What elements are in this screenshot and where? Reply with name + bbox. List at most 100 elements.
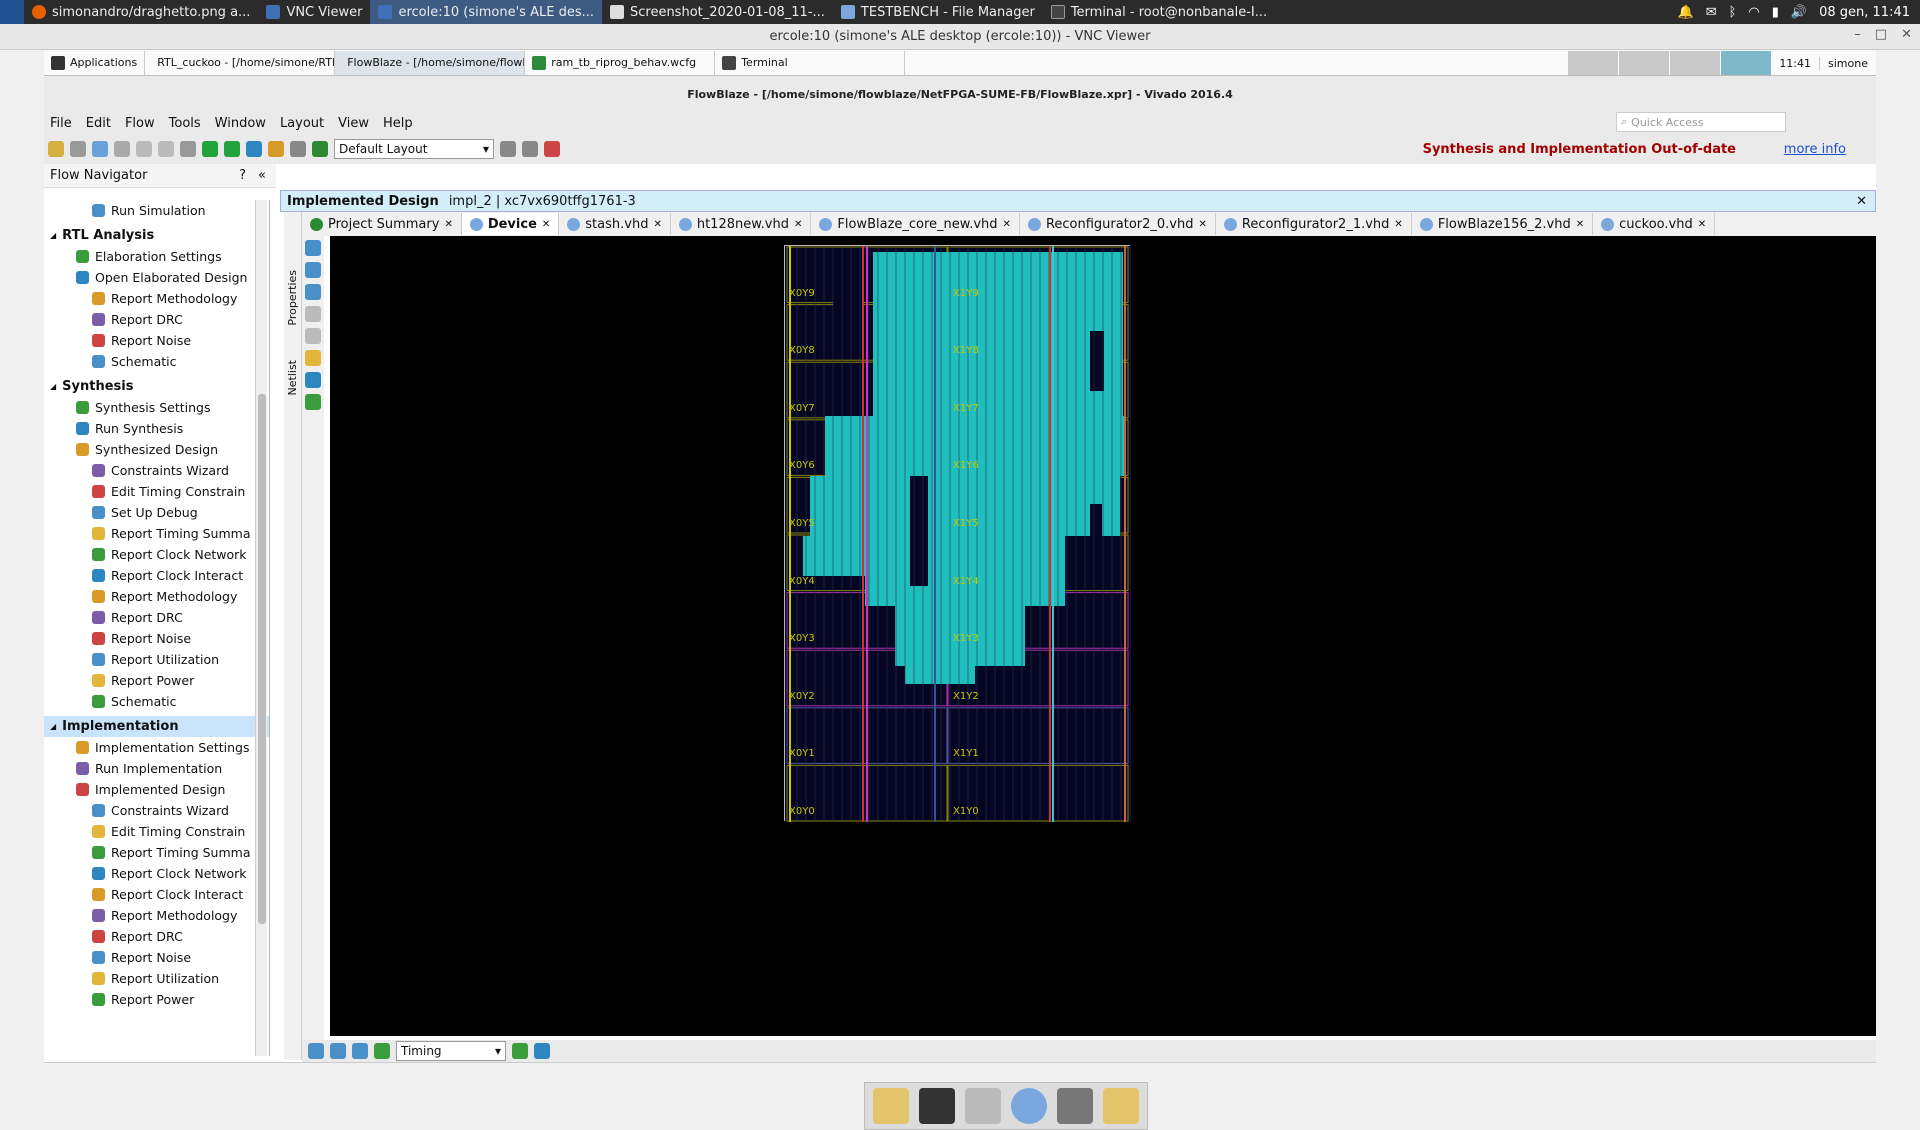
wifi-icon[interactable]: ◠ [1748, 5, 1759, 20]
save-icon[interactable] [70, 141, 86, 157]
close-icon[interactable]: ✕ [1901, 27, 1912, 42]
menu-flow[interactable]: Flow [125, 116, 155, 131]
settings-icon[interactable] [290, 141, 306, 157]
close-icon[interactable]: ✕ [1003, 219, 1011, 230]
flow-nav-item[interactable]: Run Synthesis [44, 418, 269, 439]
flow-nav-item[interactable]: Set Up Debug [44, 502, 269, 523]
host-task-1[interactable]: VNC Viewer [258, 0, 370, 24]
flow-nav-item[interactable]: Report Noise [44, 330, 269, 351]
battery-icon[interactable]: ▮ [1772, 5, 1779, 20]
flow-nav-item[interactable]: Schematic [44, 691, 269, 712]
start-menu-icon[interactable] [0, 0, 24, 24]
workspace-3[interactable] [1670, 51, 1720, 75]
close-icon[interactable]: ✕ [794, 219, 802, 230]
close-icon[interactable]: ✕ [1198, 219, 1206, 230]
host-task-4[interactable]: TESTBENCH - File Manager [833, 0, 1043, 24]
help-icon[interactable] [544, 141, 560, 157]
zoom-fit-icon[interactable] [305, 284, 321, 300]
paste-icon[interactable] [158, 141, 174, 157]
host-task-5[interactable]: Terminal - root@nonbanale-I... [1043, 0, 1275, 24]
undo-icon[interactable] [92, 141, 108, 157]
device-view[interactable]: X0Y9X0Y8X0Y7X0Y6X0Y5X0Y4X0Y3X0Y2X0Y1X0Y0… [330, 236, 1876, 1036]
bitstream-icon[interactable] [268, 141, 284, 157]
editor-tab[interactable]: FlowBlaze156_2.vhd✕ [1412, 213, 1593, 235]
mail-icon[interactable]: ✉ [1706, 5, 1717, 20]
flow-nav-item[interactable]: Report Clock Interact [44, 884, 269, 905]
expand-icon[interactable]: ◢ [50, 231, 56, 240]
flow-nav-item[interactable]: Open Elaborated Design [44, 267, 269, 288]
delete-icon[interactable] [180, 141, 196, 157]
flow-nav-item[interactable]: Implementation Settings [44, 737, 269, 758]
flow-nav-item[interactable]: Run Simulation [44, 200, 269, 221]
flow-nav-item[interactable]: Report DRC [44, 926, 269, 947]
globe-icon[interactable] [1011, 1088, 1047, 1124]
guest-user[interactable]: simone [1819, 57, 1876, 70]
host-task-3[interactable]: Screenshot_2020-01-08_11-... [602, 0, 833, 24]
host-task-0[interactable]: simonandro/draghetto.png a... [24, 0, 258, 24]
help-icon[interactable]: ? [239, 168, 246, 183]
terminal-icon[interactable] [919, 1088, 955, 1124]
editor-tab[interactable]: Reconfigurator2_1.vhd✕ [1216, 213, 1412, 235]
close-icon[interactable]: ✕ [542, 219, 550, 230]
flow-nav-item[interactable]: Report DRC [44, 309, 269, 330]
flow-nav-item[interactable]: Report Utilization [44, 649, 269, 670]
run-icon[interactable] [202, 141, 218, 157]
flow-nav-item[interactable]: Report Power [44, 989, 269, 1010]
layout-select[interactable]: Default Layout▾ [334, 139, 494, 159]
route-icon[interactable] [305, 372, 321, 388]
guest-task-4[interactable]: Terminal [715, 51, 905, 75]
zoom-icon[interactable] [352, 1043, 368, 1059]
editor-tab[interactable]: stash.vhd✕ [559, 213, 671, 235]
editor-tab[interactable]: FlowBlaze_core_new.vhd✕ [811, 213, 1020, 235]
folder-icon[interactable] [1103, 1088, 1139, 1124]
fpga-device[interactable]: X0Y9X0Y8X0Y7X0Y6X0Y5X0Y4X0Y3X0Y2X0Y1X0Y0… [784, 245, 1130, 821]
flow-nav-item[interactable]: Report DRC [44, 607, 269, 628]
expand-icon[interactable]: ◢ [50, 382, 56, 391]
select-icon[interactable] [305, 350, 321, 366]
flow-nav-item[interactable]: Constraints Wizard [44, 800, 269, 821]
copy-icon[interactable] [136, 141, 152, 157]
report-icon[interactable] [308, 1043, 324, 1059]
zoom-in-icon[interactable] [305, 240, 321, 256]
check-icon[interactable] [374, 1043, 390, 1059]
open-project-icon[interactable] [48, 141, 64, 157]
flow-nav-item[interactable]: Report Clock Interact [44, 565, 269, 586]
document-icon[interactable] [965, 1088, 1001, 1124]
flow-nav-item[interactable]: ◢Synthesis [44, 376, 269, 397]
vertical-scrollbar[interactable] [255, 200, 267, 1056]
menu-edit[interactable]: Edit [86, 116, 111, 131]
flow-nav-item[interactable]: ◢RTL Analysis [44, 225, 269, 246]
menu-tools[interactable]: Tools [169, 116, 201, 131]
flow-nav-item[interactable]: Edit Timing Constrain [44, 481, 269, 502]
maximize-icon[interactable]: □ [1875, 27, 1887, 42]
run-impl-icon[interactable] [246, 141, 262, 157]
menu-file[interactable]: File [50, 116, 72, 131]
flow-nav-item[interactable]: Report Methodology [44, 905, 269, 926]
editor-tab[interactable]: Project Summary✕ [302, 213, 462, 235]
more-info-link[interactable]: more info [1784, 142, 1846, 157]
close-icon[interactable]: ✕ [1394, 219, 1402, 230]
close-icon[interactable]: ✕ [1856, 194, 1867, 209]
flow-nav-item[interactable]: Report Methodology [44, 586, 269, 607]
menu-view[interactable]: View [338, 116, 369, 131]
close-icon[interactable]: ✕ [444, 219, 452, 230]
editor-tab[interactable]: cuckoo.vhd✕ [1593, 213, 1715, 235]
side-tab-properties[interactable]: Properties [286, 270, 299, 326]
workspace-4[interactable] [1721, 51, 1771, 75]
expand-icon[interactable]: ◢ [50, 722, 56, 731]
ok-icon[interactable] [534, 1043, 550, 1059]
menu-window[interactable]: Window [215, 116, 266, 131]
back-icon[interactable] [305, 306, 321, 322]
editor-tab[interactable]: Reconfigurator2_0.vhd✕ [1020, 213, 1216, 235]
host-task-2[interactable]: ercole:10 (simone's ALE des... [370, 0, 602, 24]
refresh-icon[interactable] [305, 394, 321, 410]
run-synth-icon[interactable] [224, 141, 240, 157]
flow-nav-item[interactable]: Report Clock Network [44, 863, 269, 884]
flow-nav-item[interactable]: Report Noise [44, 628, 269, 649]
flow-nav-item[interactable]: Schematic [44, 351, 269, 372]
quick-access[interactable]: ⌕ Quick Access [1616, 112, 1786, 132]
guest-task-1[interactable]: RTL_cuckoo - [/home/simone/RTL... [145, 51, 335, 75]
timing-select[interactable]: Timing▾ [396, 1041, 506, 1061]
flow-nav-item[interactable]: Synthesis Settings [44, 397, 269, 418]
workspace-2[interactable] [1619, 51, 1669, 75]
